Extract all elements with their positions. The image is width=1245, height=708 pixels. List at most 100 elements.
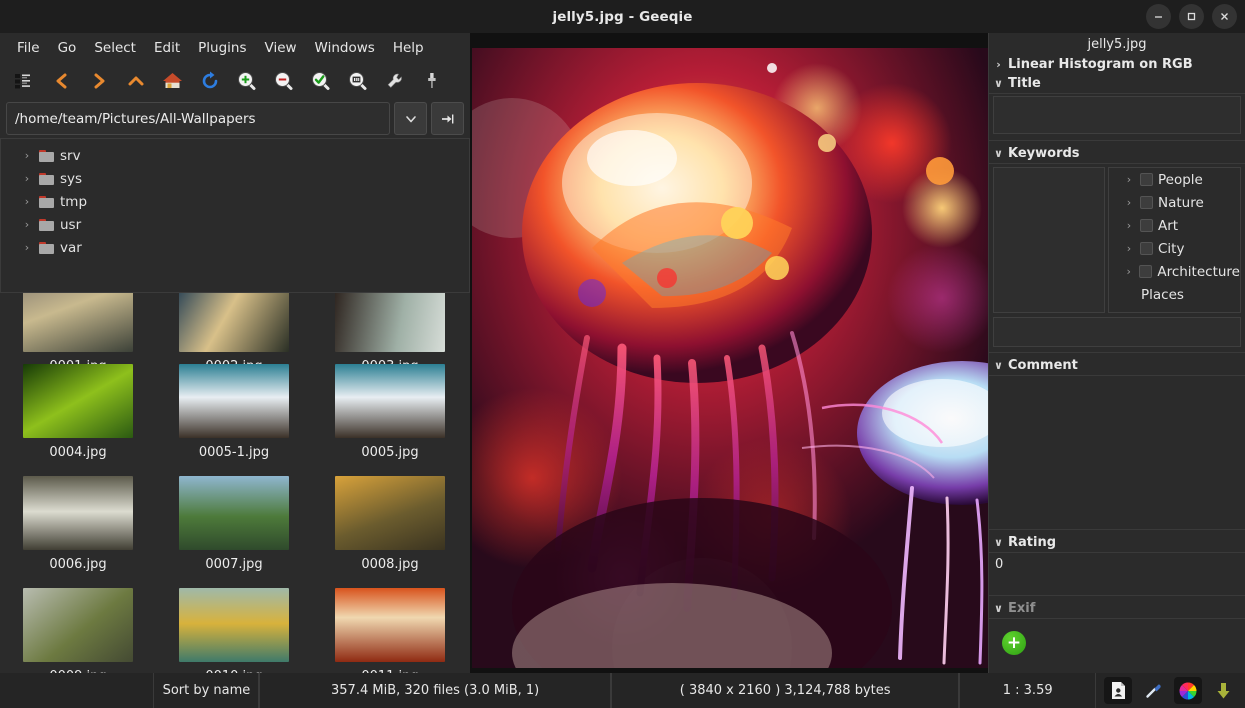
- chevron-down-icon[interactable]: ∨: [993, 147, 1004, 160]
- chevron-right-icon[interactable]: ›: [21, 149, 33, 162]
- chevron-right-icon[interactable]: ›: [21, 195, 33, 208]
- chevron-right-icon[interactable]: ›: [1123, 311, 1135, 312]
- home-icon[interactable]: [154, 64, 191, 97]
- sidebar-section-comment[interactable]: ∨ Comment: [989, 356, 1245, 375]
- keyword-checkbox[interactable]: [1139, 265, 1153, 278]
- keyword-row[interactable]: › Conditions: [1109, 306, 1240, 313]
- sidebar-section-exif[interactable]: ∨ Exif: [989, 599, 1245, 618]
- thumbnail-cell: 0011.jpg: [312, 588, 468, 684]
- forward-icon[interactable]: [80, 64, 117, 97]
- menu-view[interactable]: View: [256, 37, 306, 59]
- keyword-checkbox[interactable]: [1140, 242, 1153, 255]
- menu-edit[interactable]: Edit: [145, 37, 189, 59]
- thumbnail-image[interactable]: [335, 588, 445, 662]
- sidebar-section-title[interactable]: ∨ Title: [989, 74, 1245, 93]
- image-view[interactable]: [470, 33, 988, 673]
- comment-textarea[interactable]: [989, 376, 1245, 529]
- sidebar-section-rating[interactable]: ∨ Rating: [989, 533, 1245, 552]
- thumbnail-cell: 0004.jpg: [0, 364, 156, 460]
- keyword-row[interactable]: › People: [1109, 168, 1240, 191]
- folder-tree-popup[interactable]: › srv › sys › tmp › usr › var: [0, 138, 470, 293]
- menu-select[interactable]: Select: [85, 37, 145, 59]
- zoom-label[interactable]: 1 : 3.59: [959, 673, 1097, 708]
- chevron-right-icon[interactable]: ›: [21, 218, 33, 231]
- thumbnails-list-icon[interactable]: [6, 64, 43, 97]
- keyword-row[interactable]: › Architecture: [1109, 260, 1240, 283]
- menu-go[interactable]: Go: [49, 37, 86, 59]
- thumbnail-image[interactable]: [23, 476, 133, 550]
- chevron-down-icon[interactable]: ∨: [993, 359, 1004, 372]
- keyword-row[interactable]: › City: [1109, 237, 1240, 260]
- zoom-out-icon[interactable]: [265, 64, 302, 97]
- zoom-fit-icon[interactable]: [302, 64, 339, 97]
- chevron-down-icon[interactable]: ∨: [993, 77, 1004, 90]
- exif-rotate-icon[interactable]: [1104, 677, 1133, 704]
- pipette-icon[interactable]: [1139, 677, 1167, 704]
- window-titlebar: jelly5.jpg - Geeqie: [0, 0, 1245, 33]
- keyword-label: Places: [1141, 286, 1184, 303]
- float-icon[interactable]: [413, 64, 450, 97]
- chevron-down-icon[interactable]: ∨: [993, 602, 1004, 615]
- menu-plugins[interactable]: Plugins: [189, 37, 255, 59]
- folder-tree-row[interactable]: › usr: [1, 213, 469, 236]
- menu-help[interactable]: Help: [384, 37, 433, 59]
- zoom-1to1-icon[interactable]: [339, 64, 376, 97]
- back-icon[interactable]: [43, 64, 80, 97]
- keyword-checkbox[interactable]: [1140, 196, 1153, 209]
- path-input[interactable]: /home/team/Pictures/All-Wallpapers: [6, 102, 390, 135]
- folder-tree-row[interactable]: › tmp: [1, 190, 469, 213]
- sidebar-section-keywords[interactable]: ∨ Keywords: [989, 144, 1245, 163]
- chevron-right-icon[interactable]: ›: [21, 172, 33, 185]
- chevron-right-icon[interactable]: ›: [1123, 265, 1134, 278]
- chevron-right-icon[interactable]: ›: [1123, 196, 1135, 209]
- close-button[interactable]: [1212, 4, 1237, 29]
- folder-tree-row[interactable]: › var: [1, 236, 469, 259]
- rating-value[interactable]: 0: [989, 553, 1245, 575]
- thumbnail-image[interactable]: [23, 588, 133, 662]
- add-pane-button[interactable]: +: [1002, 631, 1026, 655]
- keyword-checkbox[interactable]: [1140, 173, 1153, 186]
- up-icon[interactable]: [117, 64, 154, 97]
- chevron-right-icon[interactable]: ›: [1123, 242, 1135, 255]
- keyword-checkbox[interactable]: [1140, 219, 1153, 232]
- chevron-right-icon[interactable]: ›: [993, 58, 1004, 71]
- chevron-down-icon[interactable]: ∨: [993, 536, 1004, 549]
- preferences-icon[interactable]: [376, 64, 413, 97]
- zoom-in-icon[interactable]: [228, 64, 265, 97]
- minimize-button[interactable]: [1146, 4, 1171, 29]
- chevron-down-icon[interactable]: [394, 102, 427, 135]
- left-pane: File Go Select Edit Plugins View Windows…: [0, 33, 470, 684]
- folder-icon: [39, 241, 54, 254]
- title-input[interactable]: [993, 96, 1241, 134]
- sidebar-section-histogram[interactable]: › Linear Histogram on RGB: [989, 55, 1245, 74]
- divider: [989, 595, 1245, 596]
- thumbnail-image[interactable]: [179, 364, 289, 438]
- tab-complete-icon[interactable]: [431, 102, 464, 135]
- keywords-input[interactable]: [993, 317, 1241, 347]
- download-arrow-icon[interactable]: [1209, 677, 1237, 704]
- color-management-icon[interactable]: [1174, 677, 1203, 704]
- thumbnail-image[interactable]: [335, 476, 445, 550]
- keywords-selected-list[interactable]: [993, 167, 1105, 313]
- keyword-row[interactable]: › Nature: [1109, 191, 1240, 214]
- displayed-image[interactable]: [470, 48, 988, 673]
- folder-tree-row[interactable]: › sys: [1, 167, 469, 190]
- chevron-right-icon[interactable]: ›: [21, 241, 33, 254]
- chevron-right-icon[interactable]: ›: [1123, 219, 1135, 232]
- thumbnail-image[interactable]: [179, 476, 289, 550]
- maximize-button[interactable]: [1179, 4, 1204, 29]
- keyword-row[interactable]: › Art: [1109, 214, 1240, 237]
- thumbnail-image[interactable]: [179, 588, 289, 662]
- menu-file[interactable]: File: [8, 37, 49, 59]
- divider: [989, 529, 1245, 530]
- metadata-sidebar: jelly5.jpg › Linear Histogram on RGB ∨ T…: [988, 33, 1245, 673]
- thumbnail-image[interactable]: [335, 364, 445, 438]
- chevron-right-icon[interactable]: ›: [1123, 173, 1135, 186]
- thumbnail-image[interactable]: [23, 364, 133, 438]
- menu-windows[interactable]: Windows: [306, 37, 384, 59]
- keyword-row[interactable]: Places: [1109, 283, 1240, 306]
- sort-selector[interactable]: Sort by name: [153, 673, 260, 708]
- toolbar: [0, 62, 470, 99]
- keywords-tree[interactable]: › People › Nature › Art › City › Archite…: [1108, 167, 1241, 313]
- refresh-icon[interactable]: [191, 64, 228, 97]
